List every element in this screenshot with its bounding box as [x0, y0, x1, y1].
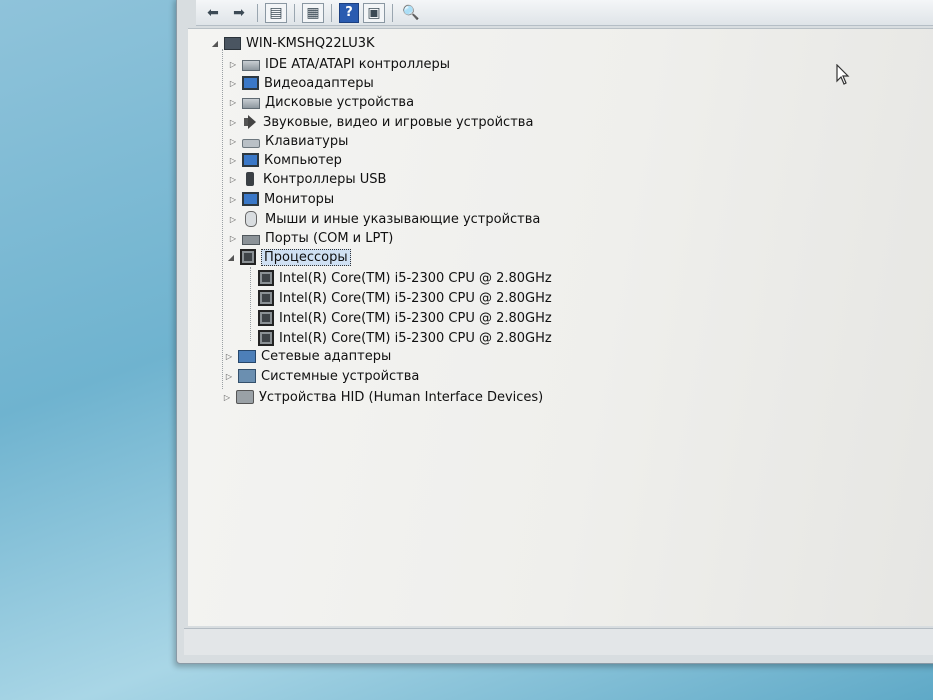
tree-child-label: Intel(R) Core(TM) i5-2300 CPU @ 2.80GHz: [279, 290, 552, 306]
forward-arrow-icon[interactable]: ➡: [228, 2, 250, 24]
tree-root[interactable]: ◢ WIN-KMSHQ22LU3K: [210, 34, 375, 52]
monitor-icon: [242, 192, 259, 206]
tree-child-label: Intel(R) Core(TM) i5-2300 CPU @ 2.80GHz: [279, 330, 552, 346]
expand-arrow-icon[interactable]: ▷: [224, 372, 234, 381]
status-bar: [184, 628, 933, 655]
tree-item-label: Клавиатуры: [265, 133, 349, 149]
tree-item-label: Мониторы: [264, 191, 335, 207]
mouse-cursor-icon: [836, 63, 850, 86]
expand-arrow-icon[interactable]: ▷: [228, 118, 238, 127]
expand-arrow-icon[interactable]: ▷: [228, 234, 238, 243]
tree-child-cpu[interactable]: Intel(R) Core(TM) i5-2300 CPU @ 2.80GHz: [258, 269, 552, 287]
disk-drive-icon: [242, 98, 260, 109]
tree-item-system[interactable]: ▷ Системные устройства: [224, 367, 419, 385]
tree-item-label: IDE ATA/ATAPI контроллеры: [265, 56, 451, 72]
toolbar-separator: [331, 3, 332, 22]
port-icon: [242, 234, 260, 245]
computer-icon: [242, 153, 259, 167]
tree-item-ide[interactable]: ▷ IDE ATA/ATAPI контроллеры: [228, 55, 450, 73]
expand-arrow-icon[interactable]: ▷: [228, 175, 238, 184]
tree-item-processors[interactable]: ◢ Процессоры: [226, 248, 351, 266]
expand-arrow-icon[interactable]: ▷: [228, 195, 238, 204]
tree-item-network[interactable]: ▷ Сетевые адаптеры: [224, 347, 391, 365]
tree-child-cpu[interactable]: Intel(R) Core(TM) i5-2300 CPU @ 2.80GHz: [258, 289, 552, 307]
device-tree-pane[interactable]: ◢ WIN-KMSHQ22LU3K ▷ IDE ATA/ATAPI контро…: [188, 28, 933, 626]
processor-icon: [258, 270, 274, 286]
help-icon[interactable]: ?: [339, 2, 359, 23]
tree-item-keyboards[interactable]: ▷ Клавиатуры: [228, 132, 348, 150]
tree-item-label: Системные устройства: [261, 368, 420, 384]
computer-icon: [224, 36, 241, 50]
scan-hardware-icon[interactable]: 🔍: [400, 2, 422, 24]
toolbar-separator: [294, 3, 295, 22]
tree-item-usb[interactable]: ▷ Контроллеры USB: [228, 170, 387, 188]
tree-item-label: Процессоры: [261, 248, 351, 266]
speaker-icon: [242, 115, 258, 129]
update-driver-icon[interactable]: ▣: [363, 2, 385, 23]
toolbar: ⬅ ➡ ▤ ▦ ? ▣ 🔍: [196, 0, 933, 26]
expand-arrow-icon[interactable]: ▷: [228, 156, 238, 165]
toolbar-separator: [392, 3, 393, 22]
toolbar-separator: [257, 3, 258, 22]
back-arrow-icon[interactable]: ⬅: [202, 2, 224, 24]
tree-item-label: Дисковые устройства: [265, 94, 415, 110]
tree-item-label: Звуковые, видео и игровые устройства: [263, 114, 534, 130]
expand-arrow-icon[interactable]: ▷: [228, 98, 238, 107]
tree-item-label: Устройства HID (Human Interface Devices): [259, 389, 544, 405]
expand-arrow-icon[interactable]: ▷: [228, 137, 238, 146]
tree-item-label: Контроллеры USB: [263, 171, 387, 187]
tree-item-mice[interactable]: ▷ Мыши и иные указывающие устройства: [228, 210, 540, 228]
tree-item-hid[interactable]: ▷ Устройства HID (Human Interface Device…: [222, 388, 543, 406]
tree-item-video[interactable]: ▷ Видеоадаптеры: [228, 74, 374, 92]
display-adapter-icon: [242, 76, 259, 90]
tree-item-label: Мыши и иные указывающие устройства: [265, 211, 541, 227]
mouse-icon: [245, 211, 257, 227]
tree-child-label: Intel(R) Core(TM) i5-2300 CPU @ 2.80GHz: [279, 270, 552, 286]
expand-arrow-icon[interactable]: ▷: [228, 60, 238, 69]
expand-arrow-icon[interactable]: ▷: [224, 352, 234, 361]
network-adapter-icon: [238, 349, 256, 363]
collapse-arrow-icon[interactable]: ◢: [210, 39, 220, 48]
tree-item-sound[interactable]: ▷ Звуковые, видео и игровые устройства: [228, 113, 533, 131]
expand-arrow-icon[interactable]: ▷: [228, 215, 238, 224]
tree-item-label: Сетевые адаптеры: [261, 348, 392, 364]
ide-controller-icon: [242, 60, 260, 71]
processor-icon: [258, 310, 274, 326]
usb-icon: [246, 172, 254, 186]
tree-item-label: Порты (COM и LPT): [265, 230, 394, 246]
tree-item-computer[interactable]: ▷ Компьютер: [228, 151, 342, 169]
tree-child-label: Intel(R) Core(TM) i5-2300 CPU @ 2.80GHz: [279, 310, 552, 326]
tree-root-label: WIN-KMSHQ22LU3K: [246, 35, 375, 51]
expand-arrow-icon[interactable]: ▷: [228, 79, 238, 88]
system-device-icon: [238, 369, 256, 383]
tree-child-cpu[interactable]: Intel(R) Core(TM) i5-2300 CPU @ 2.80GHz: [258, 329, 552, 347]
tree-item-monitors[interactable]: ▷ Мониторы: [228, 190, 334, 208]
keyboard-icon: [242, 139, 260, 148]
processor-icon: [258, 290, 274, 306]
tree-connector-line: [250, 267, 251, 341]
tree-connector-line: [222, 49, 223, 389]
collapse-arrow-icon[interactable]: ◢: [226, 253, 236, 262]
tree-child-cpu[interactable]: Intel(R) Core(TM) i5-2300 CPU @ 2.80GHz: [258, 309, 552, 327]
processor-icon: [240, 249, 256, 265]
processor-icon: [258, 330, 274, 346]
properties-icon[interactable]: ▤: [265, 2, 287, 23]
hid-device-icon: [236, 390, 254, 404]
list-view-icon[interactable]: ▦: [302, 2, 324, 23]
tree-item-label: Компьютер: [264, 152, 342, 168]
expand-arrow-icon[interactable]: ▷: [222, 393, 232, 402]
tree-item-ports[interactable]: ▷ Порты (COM и LPT): [228, 229, 393, 247]
tree-item-label: Видеоадаптеры: [264, 75, 374, 91]
tree-item-disk[interactable]: ▷ Дисковые устройства: [228, 93, 414, 111]
